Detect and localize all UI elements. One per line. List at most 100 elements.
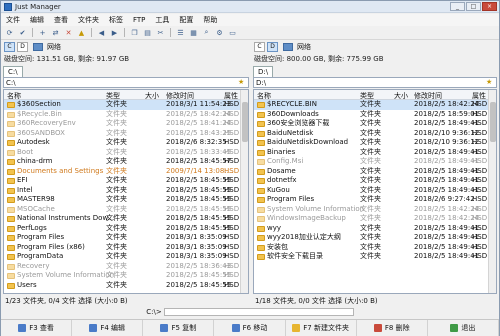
file-row[interactable]: Config.Msi 文件夹 2018/2/5 18:49:41 HSD (254, 157, 488, 167)
left-network-label[interactable]: 网络 (47, 42, 61, 52)
file-row[interactable]: Program Files 文件夹 2018/2/6 9:27:42 HSD (254, 195, 488, 205)
menu-file[interactable]: 文件 (1, 15, 25, 25)
left-scrollbar[interactable] (240, 90, 248, 293)
file-attr: HSD (224, 280, 240, 289)
network-icon[interactable] (33, 43, 43, 51)
f4-label: F4 编辑 (100, 324, 126, 332)
file-row[interactable]: 360Downloads 文件夹 2018/2/5 18:59:01 HSD (254, 110, 488, 120)
file-row[interactable]: Users 文件夹 2018/2/5 18:45:55 HSD (4, 281, 240, 291)
right-path-bar[interactable]: D:\ ★ (253, 77, 497, 88)
search-icon[interactable]: ⌕ (201, 28, 212, 38)
right-path-tab[interactable]: D:\ (253, 66, 274, 77)
file-row[interactable]: 360安全浏览器下载 文件夹 2018/2/5 18:49:41 HSD (254, 119, 488, 129)
file-row[interactable]: WindowsImageBackup 文件夹 2018/2/5 18:42:24 HS… (254, 214, 488, 224)
file-type: 文件夹 (106, 119, 127, 127)
cut-icon[interactable]: ✂ (155, 28, 166, 38)
menu-folder[interactable]: 文件夹 (73, 15, 104, 25)
file-row[interactable]: BaiduNetdisk 文件夹 2018/2/10 9:36:12 HSD (254, 129, 488, 139)
left-file-pane[interactable]: 名称 类型 大小 修改时间 属性 $360Section 文件夹 2018/3/1 … (3, 89, 249, 294)
file-row[interactable]: 软件安全下载目录 文件夹 2018/2/5 18:49:41 HSD (254, 252, 488, 262)
file-row[interactable]: $Recycle.Bin 文件夹 2018/2/5 18:42:24 HSD (4, 110, 240, 120)
file-row[interactable]: 360SANDBOX 文件夹 2018/2/5 18:43:25 HSD (4, 129, 240, 139)
folder-up-icon[interactable]: ▲ (76, 28, 87, 38)
file-row[interactable]: 360RecoveryEnv 文件夹 2018/2/5 18:41:24 HSD (4, 119, 240, 129)
file-row[interactable]: National Instruments Dow... 文件夹 2018/2/5 1… (4, 214, 240, 224)
menu-tools[interactable]: 工具 (150, 15, 174, 25)
file-row[interactable]: china-drm 文件夹 2018/2/5 18:45:57 HSD (4, 157, 240, 167)
copy-icon[interactable]: ❐ (129, 28, 140, 38)
f3-view-button[interactable]: F3 查看 (1, 320, 73, 336)
settings-icon[interactable]: ⚙ (214, 28, 225, 38)
file-row[interactable]: $360Section 文件夹 2018/3/1 11:54:23 HSD (4, 100, 240, 110)
file-row[interactable]: MSOCache 文件夹 2018/2/5 18:45:55 HSD (4, 205, 240, 215)
network-icon[interactable] (283, 43, 293, 51)
file-row[interactable]: Intel 文件夹 2018/2/5 18:45:55 HSD (4, 186, 240, 196)
menu-view[interactable]: 查看 (49, 15, 73, 25)
f5-copy-button[interactable]: F5 复制 (143, 320, 215, 336)
favorite-icon[interactable]: ★ (238, 79, 246, 86)
menu-edit[interactable]: 编辑 (25, 15, 49, 25)
file-row[interactable]: Dosame 文件夹 2018/2/5 18:49:41 HSD (254, 167, 488, 177)
file-row[interactable]: $RECYCLE.BIN 文件夹 2018/2/5 18:42:24 HSD (254, 100, 488, 110)
f4-edit-button[interactable]: F4 编辑 (72, 320, 144, 336)
file-row[interactable]: Autodesk 文件夹 2018/2/6 8:32:35 HSD (4, 138, 240, 148)
file-row[interactable]: wyy 文件夹 2018/2/5 18:49:41 HSD (254, 224, 488, 234)
right-drive-c-button[interactable]: C (254, 42, 265, 52)
file-name: $Recycle.Bin (17, 109, 62, 118)
right-scroll-thumb[interactable] (490, 102, 496, 142)
file-row[interactable]: Program Files (x86) 文件夹 2018/3/1 8:35:09 HS… (4, 243, 240, 253)
file-row[interactable]: Boot 文件夹 2018/2/5 18:33:45 HSD (4, 148, 240, 158)
menu-ftp[interactable]: FTP (128, 16, 150, 24)
command-input[interactable] (163, 308, 354, 316)
f7-new-folder-button[interactable]: F7 新建文件夹 (286, 320, 357, 336)
file-row[interactable]: Documents and Settings 文件夹 2009/7/14 13:08… (4, 167, 240, 177)
view-details-icon[interactable]: ▦ (188, 28, 199, 38)
swap-icon[interactable]: ⇄ (50, 28, 61, 38)
close-button[interactable]: × (482, 2, 497, 11)
file-date: 2018/2/6 8:32:35 (166, 138, 227, 146)
left-drive-c-button[interactable]: C (4, 42, 15, 52)
menu-config[interactable]: 配置 (174, 15, 198, 25)
left-path-tab[interactable]: C:\ (3, 66, 23, 77)
file-row[interactable]: dotnetfx 文件夹 2018/2/5 18:49:41 HSD (254, 176, 488, 186)
file-row[interactable]: MASTER98 文件夹 2018/2/5 18:45:55 HSD (4, 195, 240, 205)
view-list-icon[interactable]: ☰ (175, 28, 186, 38)
file-row[interactable]: System Volume Information 文件夹 2018/2/5 18:… (254, 205, 488, 215)
minimize-button[interactable]: _ (450, 2, 465, 11)
paste-icon[interactable]: ▤ (142, 28, 153, 38)
check-icon[interactable]: ✔ (17, 28, 28, 38)
exit-icon (450, 324, 459, 332)
refresh-icon[interactable]: ⟳ (4, 28, 15, 38)
f6-move-button[interactable]: F6 移动 (214, 320, 286, 336)
maximize-button[interactable]: □ (466, 2, 481, 11)
file-row[interactable]: PerfLogs 文件夹 2018/2/5 18:45:55 HSD (4, 224, 240, 234)
left-scroll-thumb[interactable] (242, 102, 248, 142)
file-row[interactable]: Recovery 文件夹 2018/2/5 18:36:43 HSD (4, 262, 240, 272)
file-row[interactable]: KuGou 文件夹 2018/2/5 18:49:41 HSD (254, 186, 488, 196)
menu-help[interactable]: 帮助 (198, 15, 222, 25)
left-drive-d-button[interactable]: D (17, 42, 28, 52)
file-row[interactable]: BaiduNetdiskDownload 文件夹 2018/2/10 9:36:12… (254, 138, 488, 148)
delete-icon[interactable]: ✕ (63, 28, 74, 38)
right-network-label[interactable]: 网络 (297, 42, 311, 52)
file-row[interactable]: Program Files 文件夹 2018/3/1 8:35:09 HSD (4, 233, 240, 243)
file-row[interactable]: System Volume Information 文件夹 2018/2/5 18:… (4, 271, 240, 281)
left-path-bar[interactable]: C:\ ★ (3, 77, 249, 88)
favorite-icon[interactable]: ★ (486, 79, 494, 86)
exit-button[interactable]: 退出 (428, 320, 499, 336)
file-row[interactable]: ProgramData 文件夹 2018/3/1 8:35:09 HSD (4, 252, 240, 262)
forward-icon[interactable]: ▶ (109, 28, 120, 38)
f8-delete-button[interactable]: F8 删除 (357, 320, 428, 336)
file-row[interactable]: wyy2018加业认定大纲 文件夹 2018/2/5 18:49:41 HSD (254, 233, 488, 243)
file-row[interactable]: 安装包 文件夹 2018/2/5 18:49:41 HSD (254, 243, 488, 253)
right-file-pane[interactable]: 名称 类型 大小 修改时间 属性 $RECYCLE.BIN 文件夹 2018/2/5… (253, 89, 497, 294)
back-icon[interactable]: ◀ (96, 28, 107, 38)
right-scrollbar[interactable] (488, 90, 496, 293)
file-row[interactable]: Binaries 文件夹 2018/2/5 18:49:41 HSD (254, 148, 488, 158)
file-type: 文件夹 (360, 166, 381, 175)
file-row[interactable]: EFI 文件夹 2018/2/5 18:45:55 HSD (4, 176, 240, 186)
plus-icon[interactable]: + (37, 28, 48, 38)
terminal-icon[interactable]: ▭ (227, 28, 238, 38)
right-drive-d-button[interactable]: D (267, 42, 278, 52)
menu-tab[interactable]: 标签 (104, 15, 128, 25)
